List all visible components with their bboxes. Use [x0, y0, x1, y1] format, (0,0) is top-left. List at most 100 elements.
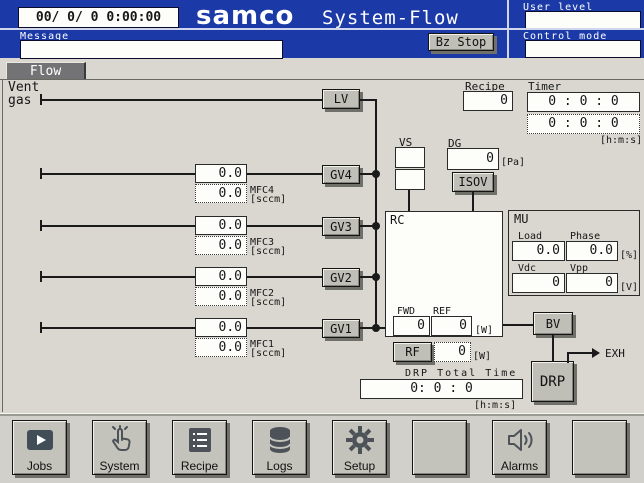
main-left-border	[2, 79, 3, 412]
pipe	[42, 99, 322, 101]
mfc1-actual-display: 0.0	[195, 318, 247, 337]
mfc4-setpoint-display[interactable]: 0.0	[195, 184, 247, 203]
jobs-button-label: Jobs	[27, 460, 52, 473]
pipe	[247, 327, 322, 329]
gv3-valve-button[interactable]: GV3	[322, 217, 360, 236]
logs-button-label: Logs	[266, 460, 292, 473]
setup-button[interactable]: Setup	[332, 420, 387, 475]
timer-label: Timer	[528, 81, 561, 92]
fwd-ref-units-label: [W]	[475, 326, 493, 336]
vent-gas-label-1: Vent	[8, 82, 39, 93]
dg-pressure-display: 0	[447, 148, 499, 170]
mfc3-setpoint-display[interactable]: 0.0	[195, 236, 247, 255]
rf-setpoint-display[interactable]: 0	[434, 342, 471, 362]
timer-units-label: [h:m:s]	[600, 136, 642, 146]
mfc2-setpoint-display[interactable]: 0.0	[195, 287, 247, 306]
vs-indicator-2	[395, 169, 425, 190]
pipe	[503, 324, 533, 326]
mu-phase-display: 0.0	[566, 241, 618, 261]
play-icon	[25, 425, 55, 455]
mu-label: MU	[514, 214, 528, 225]
timer-current-display: 0 : 0 : 0	[527, 92, 640, 112]
list-icon	[185, 425, 215, 455]
rf-ref-power-display: 0	[431, 316, 472, 336]
lv-valve-button[interactable]: LV	[322, 89, 360, 109]
pipe-junction	[372, 222, 380, 230]
pipe	[472, 192, 474, 212]
blank-button-2[interactable]	[572, 420, 627, 475]
mu-vpp-display: 0	[566, 273, 618, 293]
datetime-display: 00/ 0/ 0 0:00:00	[18, 7, 179, 28]
mfc2-units-label: [sccm]	[250, 298, 286, 308]
pointer-icon	[105, 425, 135, 455]
pipe	[552, 335, 554, 362]
mu-vdc-display: 0	[512, 273, 565, 293]
gv4-valve-button[interactable]: GV4	[322, 165, 360, 184]
pipe-junction	[372, 273, 380, 281]
pipe-junction	[372, 324, 380, 332]
mu-percent-units-label: [%]	[620, 251, 638, 261]
exh-label: EXH	[605, 348, 625, 359]
blank-button-1[interactable]	[412, 420, 467, 475]
message-field	[20, 40, 283, 59]
pipe	[42, 225, 195, 227]
gear-icon	[345, 425, 375, 455]
pipe	[247, 276, 322, 278]
gv1-valve-button[interactable]: GV1	[322, 319, 360, 338]
hmi-screen: 00/ 0/ 0 0:00:00 samco System-Flow Messa…	[0, 0, 644, 483]
vent-gas-label-2: gas	[8, 95, 31, 106]
bv-valve-button[interactable]: BV	[533, 312, 573, 335]
mfc3-actual-display: 0.0	[195, 216, 247, 235]
alarms-button[interactable]: Alarms	[492, 420, 547, 475]
user-level-field	[525, 11, 641, 29]
pipe	[42, 327, 195, 329]
rf-button[interactable]: RF	[393, 342, 432, 362]
vs-indicator-1	[395, 147, 425, 168]
gv2-valve-button[interactable]: GV2	[322, 268, 360, 287]
tab-flow[interactable]: Flow	[6, 62, 86, 80]
dg-units-label: [Pa]	[501, 158, 525, 168]
pipe	[42, 173, 195, 175]
pipe	[408, 190, 410, 212]
drp-total-time-display: 0: 0 : 0	[360, 379, 523, 399]
drp-total-time-units-label: [h:m:s]	[474, 401, 516, 411]
mfc4-units-label: [sccm]	[250, 195, 286, 205]
header-divider	[0, 28, 507, 30]
mfc1-units-label: [sccm]	[250, 349, 286, 359]
bz-stop-button[interactable]: Bz Stop	[428, 33, 494, 51]
database-icon	[265, 425, 295, 455]
jobs-button[interactable]: Jobs	[12, 420, 67, 475]
drp-pump-button[interactable]: DRP	[531, 361, 574, 402]
pipe	[247, 173, 322, 175]
mu-volt-units-label: [V]	[620, 283, 638, 293]
rc-label: RC	[390, 215, 404, 226]
mu-load-display: 0.0	[512, 241, 565, 261]
drp-total-time-label: DRP Total Time	[405, 369, 517, 379]
setup-button-label: Setup	[344, 460, 375, 473]
recipe-button-label: Recipe	[181, 460, 218, 473]
recipe-number-display: 0	[463, 91, 513, 111]
mfc2-actual-display: 0.0	[195, 267, 247, 286]
mfc4-actual-display: 0.0	[195, 164, 247, 183]
recipe-button[interactable]: Recipe	[172, 420, 227, 475]
logs-button[interactable]: Logs	[252, 420, 307, 475]
pipe	[247, 225, 322, 227]
system-button-label: System	[99, 460, 139, 473]
header-right-divider	[507, 28, 644, 30]
rf-fwd-power-display: 0	[393, 316, 430, 336]
speaker-icon	[505, 425, 535, 455]
pipe-junction	[372, 170, 380, 178]
header-bar: 00/ 0/ 0 0:00:00 samco System-Flow Messa…	[0, 0, 644, 58]
mfc1-setpoint-display[interactable]: 0.0	[195, 338, 247, 357]
nav-bar: Jobs System Recipe	[0, 413, 644, 483]
isov-valve-button[interactable]: ISOV	[452, 172, 494, 192]
rf-units-label: [W]	[473, 352, 491, 362]
control-mode-field	[525, 40, 641, 58]
samco-logo: samco	[196, 4, 294, 28]
mfc3-units-label: [sccm]	[250, 247, 286, 257]
alarms-button-label: Alarms	[501, 460, 538, 473]
pipe-bus	[375, 99, 377, 329]
system-button[interactable]: System	[92, 420, 147, 475]
exh-arrow-icon	[592, 348, 600, 358]
pipe	[567, 352, 593, 354]
